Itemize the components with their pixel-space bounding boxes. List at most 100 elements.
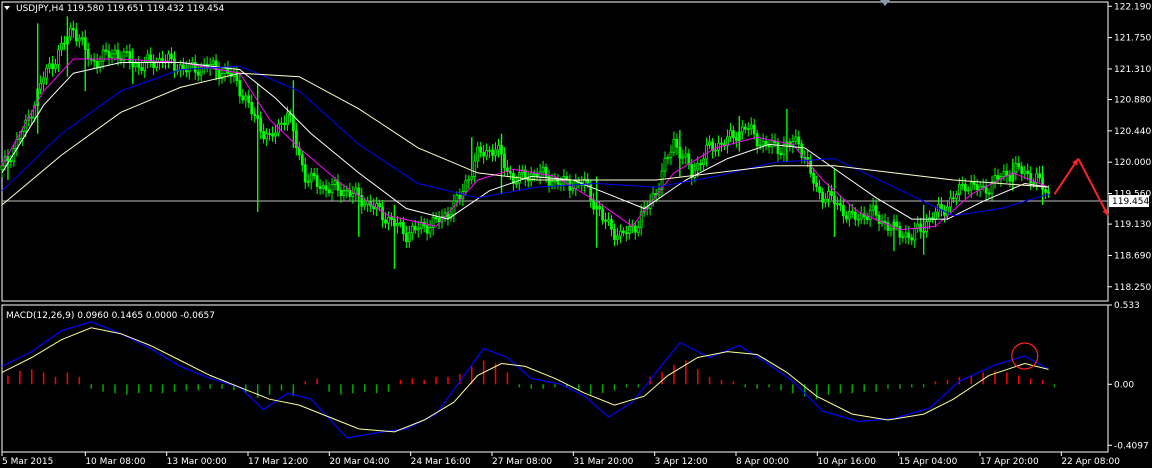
candle-body: [211, 60, 215, 65]
candle-body: [696, 163, 700, 171]
candle-body: [181, 64, 185, 70]
candle-body: [300, 154, 304, 166]
candle-body: [904, 232, 908, 238]
candle-body: [616, 235, 619, 240]
candle-body: [821, 191, 824, 203]
candle-body: [333, 180, 337, 185]
time-axis-label: 22 Apr 08:00: [1061, 457, 1120, 467]
candle-body: [627, 226, 631, 234]
candle-body: [1002, 170, 1006, 178]
candle-body: [949, 197, 952, 208]
forecast-arrow-shaft: [1077, 158, 1109, 217]
candle-body: [57, 49, 60, 65]
candle-body: [946, 206, 949, 216]
candle-body: [491, 149, 494, 156]
candle-body: [865, 216, 869, 221]
candle-body: [841, 204, 845, 217]
dropdown-icon[interactable]: [4, 6, 10, 10]
candle-body: [755, 133, 759, 147]
candle-body: [996, 175, 1000, 180]
candle-body: [850, 210, 854, 213]
candle-body: [966, 189, 970, 192]
candle-body: [238, 80, 242, 97]
candle-body: [740, 126, 744, 133]
candle-body: [455, 194, 459, 202]
candle-body: [434, 216, 438, 219]
candle-body: [113, 49, 117, 55]
candle-body: [621, 230, 625, 234]
symbol-header: USDJPY,H4 119.580 119.651 119.432 119.45…: [16, 4, 225, 14]
candle-body: [779, 152, 783, 156]
candle-body: [925, 221, 929, 232]
price-axis-label: 122.190: [1114, 2, 1151, 12]
candle-body: [960, 183, 964, 186]
candle-body: [663, 157, 667, 172]
candle-body: [910, 237, 914, 241]
candle-body: [137, 62, 141, 68]
candle-body: [271, 133, 274, 137]
candle-body: [303, 164, 307, 183]
candle-body: [681, 156, 685, 159]
candle-body: [827, 190, 830, 200]
candle-body: [868, 209, 872, 221]
candle-body: [92, 59, 96, 62]
candle-body: [312, 172, 316, 177]
candle-body: [351, 193, 355, 197]
candle-body: [836, 203, 839, 205]
candle-body: [470, 176, 474, 180]
candle-body: [934, 211, 937, 220]
candle-body: [54, 64, 57, 70]
candle-body: [951, 197, 955, 200]
time-axis-label: 20 Mar 04:00: [329, 457, 389, 467]
candle-body: [672, 138, 676, 153]
candle-body: [571, 188, 575, 191]
candle-body: [613, 228, 616, 240]
candle-body: [684, 153, 688, 158]
moving-average-line: [1, 65, 1049, 217]
shift-marker-icon[interactable]: [880, 0, 890, 6]
candle-body: [274, 132, 277, 137]
candle-body: [928, 217, 932, 222]
candle-body: [390, 216, 393, 220]
candle-body: [318, 186, 322, 189]
candle-body: [815, 182, 819, 188]
candle-body: [812, 172, 816, 184]
candle-body: [378, 203, 381, 208]
candle-body: [601, 208, 604, 221]
candle-body: [381, 206, 384, 221]
candle-body: [330, 184, 334, 194]
candle-body: [71, 27, 75, 31]
price-axis-label: 121.750: [1114, 34, 1151, 44]
candle-body: [63, 42, 66, 45]
time-axis-label: 10 Apr 16:00: [817, 457, 876, 467]
candle-body: [830, 190, 833, 197]
candle-body: [18, 138, 22, 140]
time-axis-label: 15 Apr 04:00: [899, 457, 958, 467]
candle-body: [743, 126, 747, 130]
candle-body: [407, 232, 411, 243]
time-axis-label: 10 Mar 08:00: [85, 457, 145, 467]
candle-body: [473, 160, 477, 178]
candle-body: [401, 222, 405, 235]
price-axis-label: 118.250: [1114, 283, 1151, 293]
candle-body: [398, 222, 402, 224]
candle-body: [847, 210, 851, 220]
candle-body: [975, 183, 979, 191]
candle-body: [244, 95, 248, 101]
candle-body: [883, 220, 887, 224]
candle-body: [107, 50, 111, 58]
candle-body: [413, 225, 417, 231]
candle-body: [327, 189, 331, 194]
candle-body: [901, 236, 905, 239]
candle-body: [746, 128, 750, 131]
candle-body: [1044, 189, 1047, 193]
candle-body: [794, 136, 798, 142]
candle-body: [720, 142, 723, 145]
price-axis-label: 119.130: [1114, 220, 1151, 230]
candle-body: [253, 113, 257, 116]
candle-body: [39, 82, 43, 90]
time-axis-label: 31 Mar 20:00: [573, 457, 633, 467]
candle-body: [80, 37, 84, 40]
candle-body: [895, 221, 899, 227]
candle-body: [993, 175, 997, 183]
